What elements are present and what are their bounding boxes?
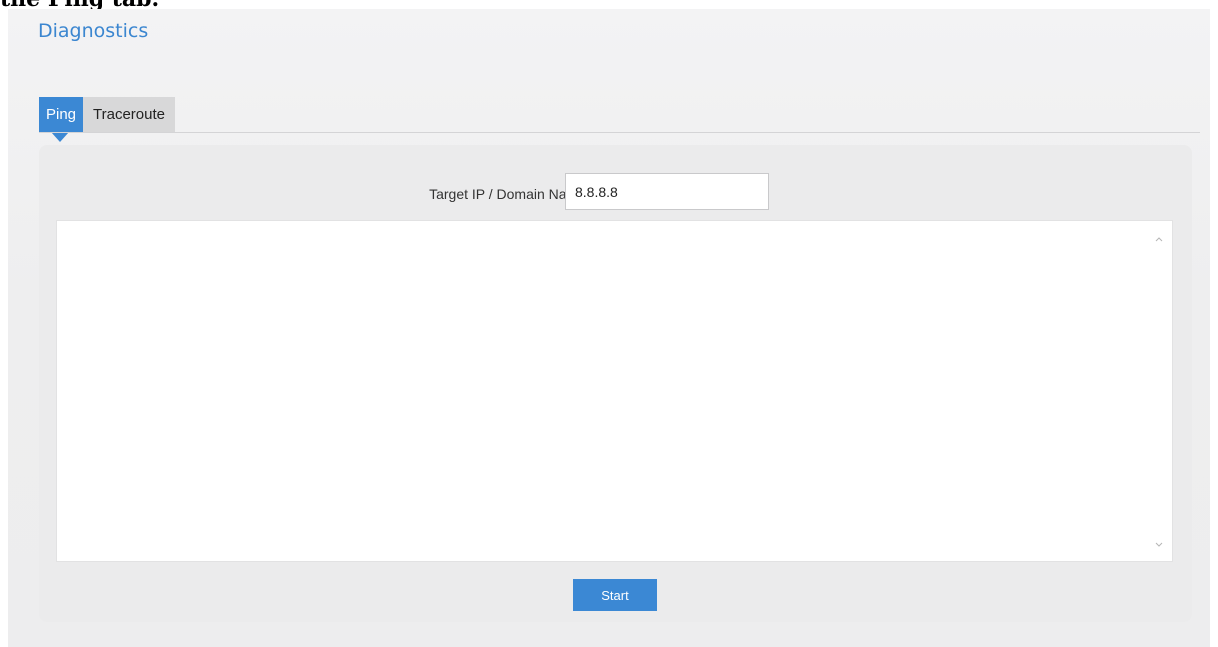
tab-ping[interactable]: Ping <box>39 97 83 142</box>
tab-traceroute[interactable]: Traceroute <box>83 97 175 132</box>
chevron-up-icon[interactable] <box>1154 234 1164 244</box>
target-input[interactable] <box>565 173 769 210</box>
chevron-down-icon[interactable] <box>1154 540 1164 550</box>
tab-bar: Ping Traceroute <box>39 97 175 142</box>
tab-ping-label: Ping <box>45 106 77 123</box>
target-field-label: Target IP / Domain Name <box>429 186 586 202</box>
diagnostics-page: Diagnostics Ping Traceroute Target IP / … <box>8 9 1210 647</box>
tab-divider <box>39 132 1200 133</box>
ping-output[interactable] <box>56 220 1173 562</box>
start-button[interactable]: Start <box>573 579 657 611</box>
page-title: Diagnostics <box>38 20 149 42</box>
tab-traceroute-label: Traceroute <box>93 106 165 123</box>
ping-panel: Target IP / Domain Name Start <box>39 145 1192 622</box>
